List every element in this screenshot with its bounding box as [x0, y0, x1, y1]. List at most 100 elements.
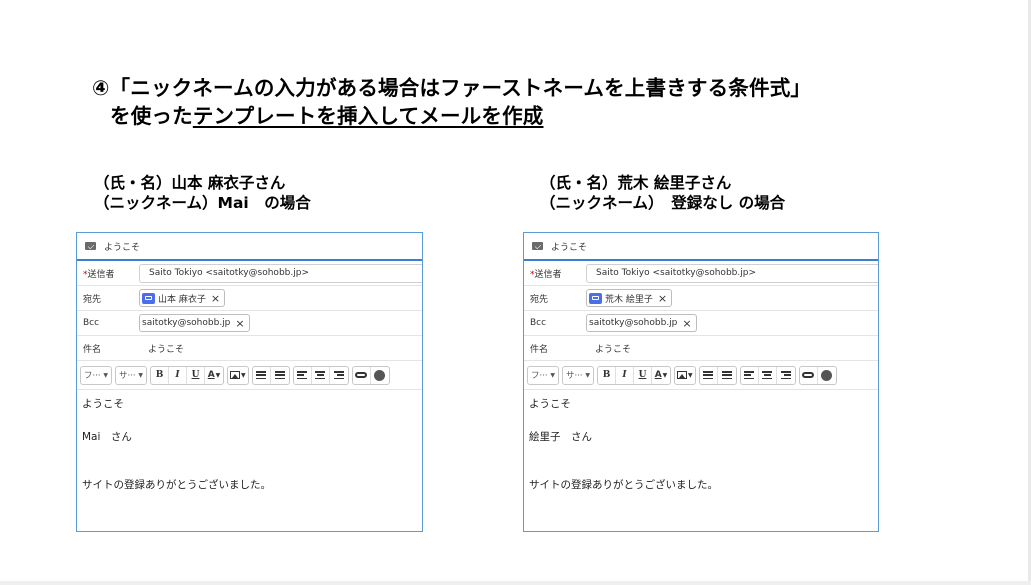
font-size-select[interactable]: サ··· ▼ — [562, 365, 594, 385]
emoji-button[interactable] — [818, 367, 836, 384]
align-center-icon — [762, 371, 773, 379]
image-icon — [677, 371, 687, 379]
recipient-pill[interactable]: 山本 麻衣子 × — [139, 289, 226, 307]
image-icon — [230, 371, 240, 379]
list-group — [698, 365, 737, 385]
to-label: 宛先 — [83, 294, 102, 305]
heading-line-1: ④「ニックネームの入力がある場合はファーストネームを上書きする条件式」 — [92, 76, 812, 100]
text-color-icon: A — [207, 370, 215, 380]
bcc-pill[interactable]: saitotky@sohobb.jp × — [139, 314, 250, 332]
sender-value: Saito Tokiyo <saitotky@sohobb.jp> — [596, 268, 756, 278]
case-2-title-line-2: （ニックネーム） 登録なし の場合 — [540, 194, 786, 212]
subject-field[interactable]: ようこそ — [586, 336, 878, 360]
sender-field[interactable]: Saito Tokiyo <saitotky@sohobb.jp> — [139, 263, 422, 283]
font-size-select[interactable]: サ··· ▼ — [115, 365, 147, 385]
insert-link-button[interactable] — [800, 366, 818, 384]
subject-value: ようこそ — [595, 344, 632, 355]
close-icon[interactable]: × — [211, 293, 220, 304]
font-size-select-label: サ··· — [566, 371, 583, 381]
heading-line-2-underlined: テンプレートを挿入してメールを作成 — [192, 104, 544, 128]
numbered-list-button[interactable] — [253, 366, 271, 384]
bcc-pill[interactable]: saitotky@sohobb.jp × — [586, 314, 697, 332]
rich-text-toolbar: フ··· ▼ サ··· ▼ B I U A ▼ ▼ — [77, 361, 422, 390]
body-name-line: Mai さん — [82, 431, 132, 443]
email-compose-panel-1: ようこそ *送信者 Saito Tokiyo <saitotky@sohobb.… — [76, 232, 423, 532]
align-left-button[interactable] — [741, 366, 759, 384]
sender-field[interactable]: Saito Tokiyo <saitotky@sohobb.jp> — [586, 263, 878, 283]
list-group — [251, 365, 290, 385]
bcc-field[interactable]: saitotky@sohobb.jp × — [586, 311, 878, 335]
insert-image-button[interactable]: ▼ — [228, 367, 248, 384]
font-family-select-label: フ··· — [84, 371, 101, 381]
chevron-down-icon: ▼ — [138, 371, 143, 379]
bcc-field[interactable]: saitotky@sohobb.jp × — [139, 311, 422, 335]
subject-field[interactable]: ようこそ — [139, 336, 422, 360]
text-color-button[interactable]: A ▼ — [652, 367, 670, 384]
align-center-button[interactable] — [312, 366, 330, 384]
body-greeting: ようこそ — [529, 398, 571, 410]
close-icon[interactable]: × — [235, 318, 244, 329]
bullet-list-button[interactable] — [271, 367, 289, 384]
chevron-down-icon: ▼ — [241, 371, 246, 379]
align-center-icon — [315, 371, 326, 379]
numbered-list-button[interactable] — [700, 366, 718, 384]
case-2-title-line-1: （氏・名）荒木 絵里子さん — [540, 174, 732, 192]
chevron-down-icon: ▼ — [550, 371, 555, 379]
underline-button[interactable]: U — [634, 366, 652, 384]
subject-value: ようこそ — [148, 344, 185, 355]
case-2-title: （氏・名）荒木 絵里子さん （ニックネーム） 登録なし の場合 — [540, 173, 785, 213]
email-compose-panel-2: ようこそ *送信者 Saito Tokiyo <saitotky@sohobb.… — [523, 232, 879, 532]
link-group — [798, 365, 837, 385]
bullet-list-button[interactable] — [718, 367, 736, 384]
to-field[interactable]: 山本 麻衣子 × — [139, 286, 422, 310]
align-group — [292, 365, 349, 385]
align-left-button[interactable] — [294, 366, 312, 384]
insert-link-button[interactable] — [353, 366, 371, 384]
link-icon — [802, 372, 815, 378]
emoji-icon — [374, 369, 386, 381]
align-left-icon — [297, 371, 308, 379]
subject-label: 件名 — [83, 344, 102, 355]
numbered-list-icon — [703, 371, 714, 379]
bold-button[interactable]: B — [598, 366, 616, 384]
to-row: 宛先 山本 麻衣子 × — [77, 286, 422, 311]
compose-header: ようこそ — [77, 233, 422, 261]
mail-icon — [85, 242, 96, 250]
align-right-button[interactable] — [777, 367, 795, 384]
underline-button[interactable]: U — [187, 366, 205, 384]
sender-row: *送信者 Saito Tokiyo <saitotky@sohobb.jp> — [77, 261, 422, 286]
font-family-select[interactable]: フ··· ▼ — [80, 365, 112, 385]
bcc-label: Bcc — [83, 318, 100, 328]
italic-button[interactable]: I — [169, 366, 187, 384]
bcc-row: Bcc saitotky@sohobb.jp × — [77, 311, 422, 336]
to-row: 宛先 荒木 絵里子 × — [524, 286, 878, 311]
mail-icon — [532, 242, 543, 250]
to-label: 宛先 — [530, 294, 549, 305]
italic-button[interactable]: I — [616, 366, 634, 384]
close-icon[interactable]: × — [682, 318, 691, 329]
case-1-title-line-1: （氏・名）山本 麻衣子さん — [94, 174, 286, 192]
case-1-title: （氏・名）山本 麻衣子さん （ニックネーム）Mai の場合 — [94, 173, 311, 213]
case-1-title-line-2: （ニックネーム）Mai の場合 — [94, 194, 311, 212]
insert-image-button[interactable]: ▼ — [675, 367, 695, 384]
align-center-button[interactable] — [759, 366, 777, 384]
bold-button[interactable]: B — [151, 366, 169, 384]
recipient-name: 荒木 絵里子 — [605, 294, 653, 305]
align-right-button[interactable] — [330, 367, 348, 384]
contact-icon — [142, 292, 155, 304]
align-left-icon — [744, 371, 755, 379]
text-format-group: B I U A ▼ — [597, 365, 671, 385]
subject-label: 件名 — [530, 344, 549, 355]
emoji-icon — [821, 369, 833, 381]
body-message: サイトの登録ありがとうございました。 — [529, 479, 718, 491]
email-body[interactable]: ようこそ 絵里子 さん サイトの登録ありがとうございました。 — [524, 390, 878, 499]
contact-icon — [589, 292, 602, 304]
text-color-button[interactable]: A ▼ — [205, 367, 223, 384]
close-icon[interactable]: × — [658, 293, 667, 304]
recipient-pill[interactable]: 荒木 絵里子 × — [586, 289, 673, 307]
sender-label: 送信者 — [534, 269, 562, 280]
emoji-button[interactable] — [371, 367, 389, 384]
to-field[interactable]: 荒木 絵里子 × — [586, 286, 878, 310]
font-family-select[interactable]: フ··· ▼ — [527, 365, 559, 385]
email-body[interactable]: ようこそ Mai さん サイトの登録ありがとうございました。 — [77, 390, 422, 499]
